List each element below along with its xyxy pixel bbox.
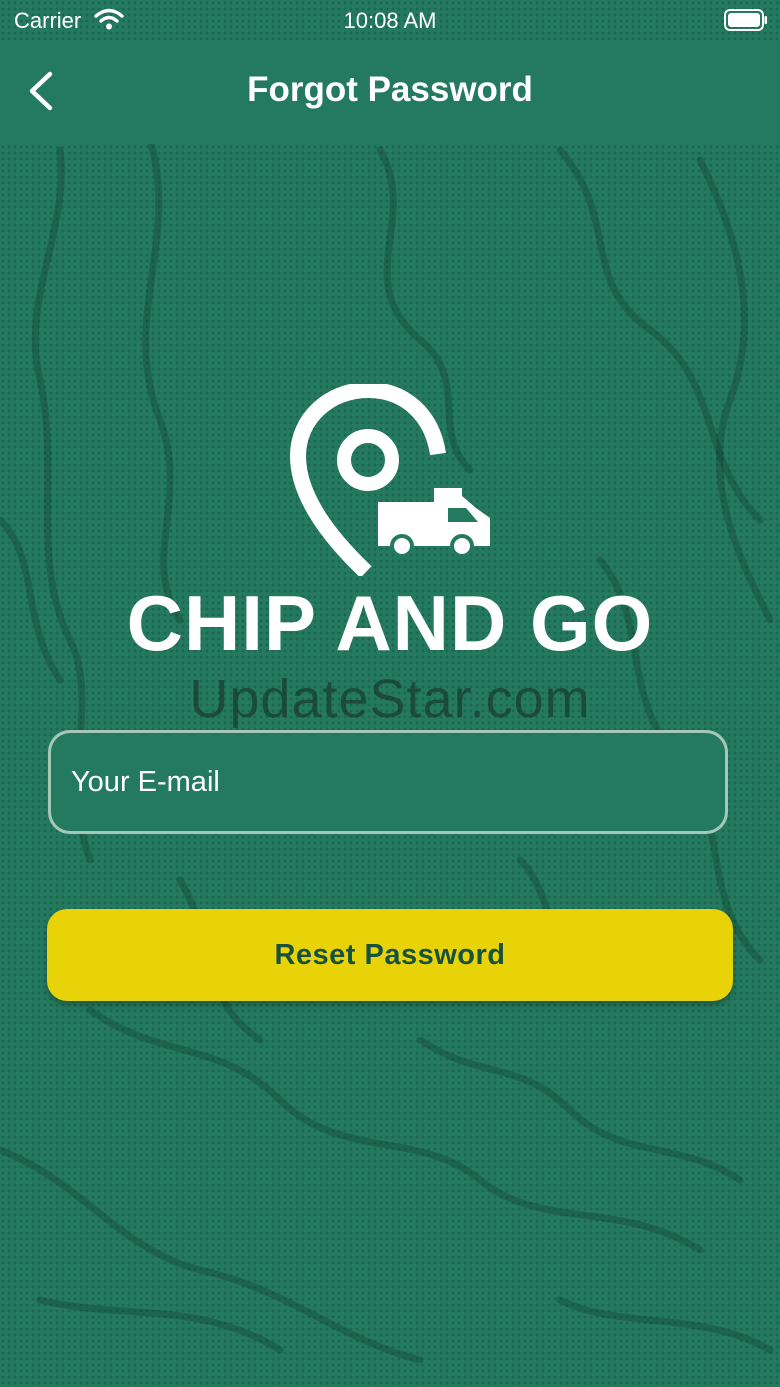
brand-name: CHIP AND GO bbox=[126, 579, 654, 667]
status-bar: Carrier 10:08 AM bbox=[0, 0, 780, 40]
status-time: 10:08 AM bbox=[343, 8, 437, 33]
email-field[interactable] bbox=[48, 730, 728, 834]
forgot-password-screen: Carrier 10:08 AM Forgot Password CHIP AN… bbox=[0, 0, 780, 1387]
reset-password-button[interactable]: Reset Password bbox=[47, 909, 733, 1001]
battery-full-icon bbox=[724, 9, 767, 31]
page-title: Forgot Password bbox=[247, 70, 533, 109]
watermark: UpdateStar.com bbox=[189, 669, 591, 729]
navigation-bar: Forgot Password bbox=[0, 40, 780, 144]
location-pin-truck-icon bbox=[289, 384, 490, 576]
